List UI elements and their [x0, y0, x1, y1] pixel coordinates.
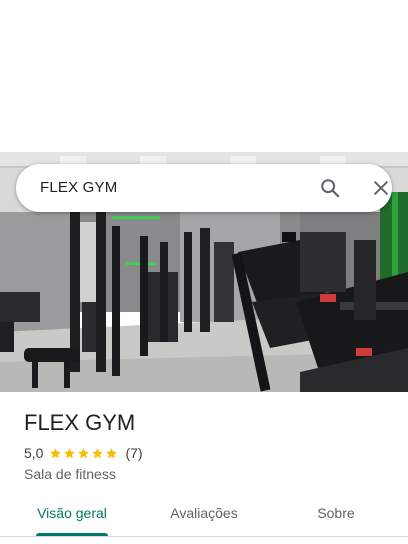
star-icon	[106, 447, 118, 458]
star-icon	[78, 447, 90, 458]
tab-overview[interactable]: Visão geral	[24, 496, 120, 532]
place-tabs: Visão geral Avaliações Sobre	[0, 496, 408, 536]
search-button[interactable]	[316, 174, 344, 202]
search-input[interactable]: FLEX GYM	[40, 164, 117, 212]
tab-about[interactable]: Sobre	[296, 496, 376, 532]
search-bar[interactable]: FLEX GYM	[16, 164, 392, 212]
rating-row[interactable]: 5,0 (7)	[24, 443, 143, 463]
close-icon	[374, 181, 388, 195]
star-icon	[50, 447, 62, 458]
search-icon	[321, 179, 340, 198]
star-icon	[92, 447, 104, 458]
tab-reviews[interactable]: Avaliações	[156, 496, 252, 532]
tabs-divider	[0, 536, 408, 537]
place-title: FLEX GYM	[24, 410, 136, 435]
clear-search-button[interactable]	[367, 174, 395, 202]
star-icon	[64, 447, 76, 458]
review-count[interactable]: (7)	[125, 445, 142, 461]
star-rating	[49, 447, 119, 460]
place-category[interactable]: Sala de fitness	[24, 465, 116, 483]
rating-value: 5,0	[24, 445, 44, 461]
